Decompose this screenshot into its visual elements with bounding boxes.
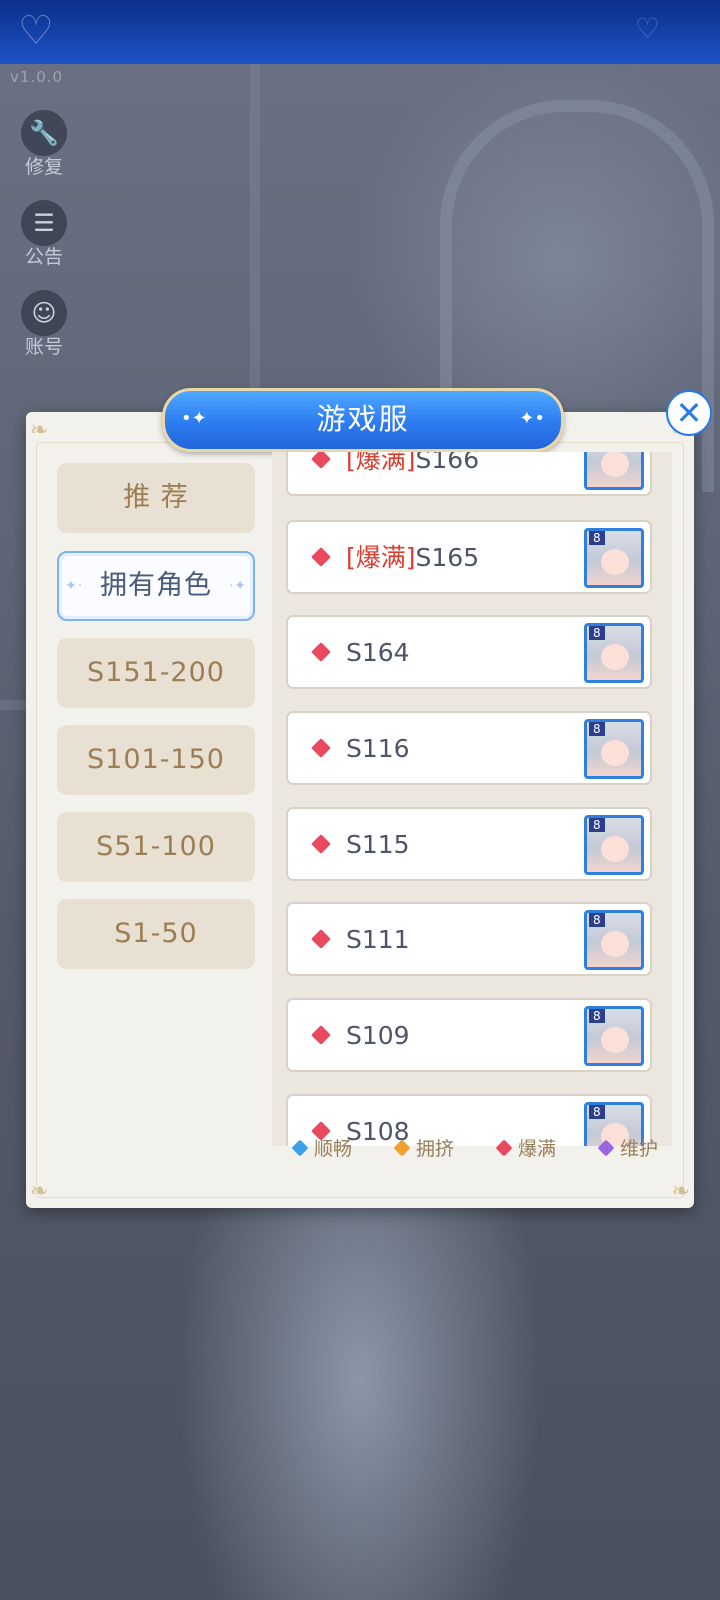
status-maintenance-icon <box>597 1139 615 1157</box>
close-button[interactable]: ✕ <box>666 390 712 436</box>
server-row[interactable]: S109 8 <box>286 998 652 1072</box>
heart-icon: ♡ <box>634 12 660 45</box>
character-avatar: 8 <box>584 623 644 683</box>
category-tab-s101-150[interactable]: S101-150 <box>57 725 255 795</box>
legend-label: 顺畅 <box>314 1138 353 1160</box>
character-face <box>601 931 629 957</box>
status-full-icon <box>311 1025 331 1045</box>
server-id: S115 <box>346 830 410 859</box>
category-tab-s151-200[interactable]: S151-200 <box>57 638 255 708</box>
category-tab-s51-100[interactable]: S51-100 <box>57 812 255 882</box>
server-name: S116 <box>346 713 410 785</box>
server-id: S165 <box>415 543 480 572</box>
server-id: S166 <box>415 452 480 474</box>
legend-smooth: 顺畅 <box>291 1134 353 1161</box>
category-label: 拥有角色 <box>100 570 212 601</box>
character-face <box>601 836 629 862</box>
legend-label: 拥挤 <box>416 1138 455 1160</box>
character-avatar: 8 <box>584 910 644 970</box>
server-id: S164 <box>346 638 410 667</box>
version-label: v1.0.0 <box>10 68 64 86</box>
dialog-title: 游戏服 <box>316 402 410 436</box>
character-face <box>601 740 629 766</box>
status-full-icon <box>311 547 331 567</box>
character-level: 8 <box>589 722 605 736</box>
legend-full: 爆满 <box>495 1134 557 1161</box>
repair-label: 修复 <box>24 156 63 178</box>
announcement-label: 公告 <box>24 246 63 268</box>
server-tag: [爆满] <box>346 452 416 474</box>
character-level: 8 <box>589 1105 605 1119</box>
legend-crowded: 拥挤 <box>393 1134 455 1161</box>
category-tab-s1-50[interactable]: S1-50 <box>57 899 255 969</box>
status-full-icon <box>495 1139 513 1157</box>
server-name: [爆满]S166 <box>346 452 479 496</box>
server-row[interactable]: S115 8 <box>286 807 652 881</box>
server-tag: [爆满] <box>346 543 416 572</box>
server-row[interactable]: [爆满]S166 8 <box>286 452 652 496</box>
character-avatar: 8 <box>584 1006 644 1066</box>
category-label: S1-50 <box>114 918 198 949</box>
ornament-icon: ·✦ <box>228 578 247 594</box>
character-avatar: 8 <box>584 815 644 875</box>
server-row[interactable]: S164 8 <box>286 615 652 689</box>
status-full-icon <box>311 452 331 469</box>
wrench-icon: 🔧 <box>21 110 67 156</box>
server-row[interactable]: [爆满]S165 8 <box>286 520 652 594</box>
status-full-icon <box>311 738 331 758</box>
character-avatar: 8 <box>584 528 644 588</box>
server-name: [爆满]S165 <box>346 522 479 594</box>
character-face <box>601 644 629 670</box>
account-button[interactable]: ☺ 账号 <box>18 290 70 359</box>
account-icon: ☺ <box>21 290 67 336</box>
character-level: 8 <box>589 531 605 545</box>
server-name: S164 <box>346 617 410 689</box>
server-row[interactable]: S111 8 <box>286 902 652 976</box>
sparkle-icon: ✦• <box>519 408 545 429</box>
character-face <box>601 452 629 477</box>
character-avatar: 8 <box>584 719 644 779</box>
dialog-title-bar: •✦ 游戏服 ✦• <box>162 388 564 452</box>
character-face <box>601 549 629 575</box>
server-name: S115 <box>346 809 410 881</box>
character-avatar: 8 <box>584 452 644 490</box>
corner-ornament-icon: ❧ <box>30 1179 49 1204</box>
heart-logo-icon: ♡ <box>18 8 54 54</box>
top-banner: ♡ ♡ <box>0 0 720 64</box>
server-id: S111 <box>346 925 410 954</box>
repair-button[interactable]: 🔧 修复 <box>18 110 70 179</box>
server-name: S111 <box>346 904 410 976</box>
account-label: 账号 <box>24 336 63 358</box>
legend-label: 爆满 <box>518 1138 557 1160</box>
status-crowded-icon <box>393 1139 411 1157</box>
status-full-icon <box>311 834 331 854</box>
corner-ornament-icon: ❧ <box>671 1179 690 1204</box>
server-list[interactable]: [爆满]S166 8 [爆满]S165 8 S164 8 S116 8 S115… <box>272 452 672 1146</box>
status-full-icon <box>311 929 331 949</box>
category-label: S151-200 <box>87 657 225 688</box>
legend-maintenance: 维护 <box>597 1134 659 1161</box>
legend-label: 维护 <box>620 1138 659 1160</box>
category-label: S101-150 <box>87 744 225 775</box>
character-level: 8 <box>589 913 605 927</box>
status-full-icon <box>311 642 331 662</box>
character-face <box>601 1027 629 1053</box>
close-icon: ✕ <box>675 394 703 432</box>
server-row[interactable]: S116 8 <box>286 711 652 785</box>
ornament-icon: ✦· <box>65 578 84 594</box>
server-name: S109 <box>346 1000 410 1072</box>
category-tab-owned-characters[interactable]: ✦· 拥有角色 ·✦ <box>57 551 255 621</box>
status-smooth-icon <box>291 1139 309 1157</box>
category-label: S51-100 <box>96 831 216 862</box>
character-level: 8 <box>589 626 605 640</box>
server-id: S109 <box>346 1021 410 1050</box>
announcement-button[interactable]: ☰ 公告 <box>18 200 70 269</box>
character-level: 8 <box>589 818 605 832</box>
corner-ornament-icon: ❧ <box>30 418 49 443</box>
category-tab-recommended[interactable]: 推 荐 <box>57 463 255 533</box>
category-label: 推 荐 <box>123 482 189 513</box>
announcement-icon: ☰ <box>21 200 67 246</box>
character-level: 8 <box>589 1009 605 1023</box>
server-id: S116 <box>346 734 410 763</box>
